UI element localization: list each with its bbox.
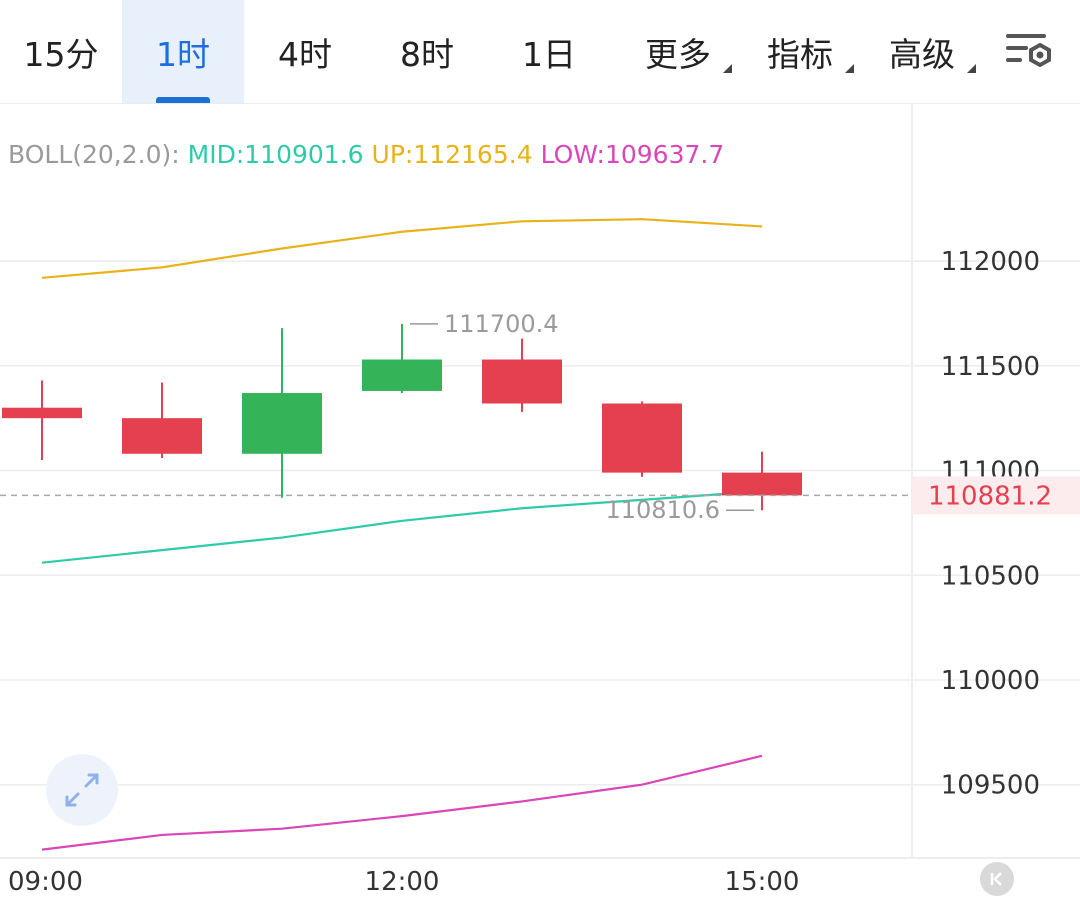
tab-label: 指标 <box>767 34 833 74</box>
max-price-label: 111700.4 <box>444 310 559 338</box>
y-tick-label: 109500 <box>941 771 1040 801</box>
chart-settings-icon[interactable] <box>1000 28 1058 76</box>
y-tick-label: 111500 <box>941 352 1040 382</box>
tab-4h[interactable]: 4时 <box>244 0 366 103</box>
tab-label: 高级 <box>889 34 955 74</box>
dropdown-triangle-icon <box>967 64 976 73</box>
tab-advanced-dropdown[interactable]: 高级 <box>862 0 982 103</box>
tab-15m[interactable]: 15分 <box>0 0 122 103</box>
tab-8h[interactable]: 8时 <box>366 0 488 103</box>
down-candle[interactable] <box>2 407 82 419</box>
down-candle[interactable] <box>602 403 682 473</box>
down-candle[interactable] <box>482 359 562 404</box>
candlestick-chart[interactable]: 10950011000011050011100011150011200009:0… <box>0 104 1080 902</box>
tab-label: 15分 <box>23 34 99 74</box>
boll-line-up <box>41 218 763 279</box>
tab-indicators-dropdown[interactable]: 指标 <box>740 0 860 103</box>
tab-more-dropdown[interactable]: 更多 <box>618 0 738 103</box>
up-candle[interactable] <box>362 359 442 391</box>
boll-line-low <box>41 754 763 851</box>
y-tick-label: 110000 <box>941 666 1040 696</box>
tab-label: 更多 <box>645 34 711 74</box>
active-tab-indicator <box>156 97 210 103</box>
down-candle[interactable] <box>122 418 202 454</box>
expand-arrows-icon[interactable] <box>46 754 118 826</box>
tab-1d[interactable]: 1日 <box>488 0 610 103</box>
up-candle[interactable] <box>242 393 322 454</box>
last-price-label: 110881.2 <box>928 481 1052 511</box>
x-tick-label: 12:00 <box>365 867 440 897</box>
y-tick-label: 110500 <box>941 561 1040 591</box>
collapse-left-icon[interactable] <box>980 862 1014 896</box>
timeframe-tabbar: 15分 1时 4时 8时 1日 更多 指标 高级 <box>0 0 1080 104</box>
x-tick-label: 15:00 <box>725 867 800 897</box>
x-tick-label: 09:00 <box>8 867 83 897</box>
tab-label: 1时 <box>156 34 210 74</box>
min-price-label: 110810.6 <box>605 496 720 524</box>
tab-label: 4时 <box>278 34 332 74</box>
tab-1h[interactable]: 1时 <box>122 0 244 103</box>
down-candle[interactable] <box>722 472 802 496</box>
y-tick-label: 112000 <box>941 247 1040 277</box>
tab-label: 1日 <box>522 34 576 74</box>
dropdown-triangle-icon <box>845 64 854 73</box>
dropdown-triangle-icon <box>723 64 732 73</box>
tab-label: 8时 <box>400 34 454 74</box>
